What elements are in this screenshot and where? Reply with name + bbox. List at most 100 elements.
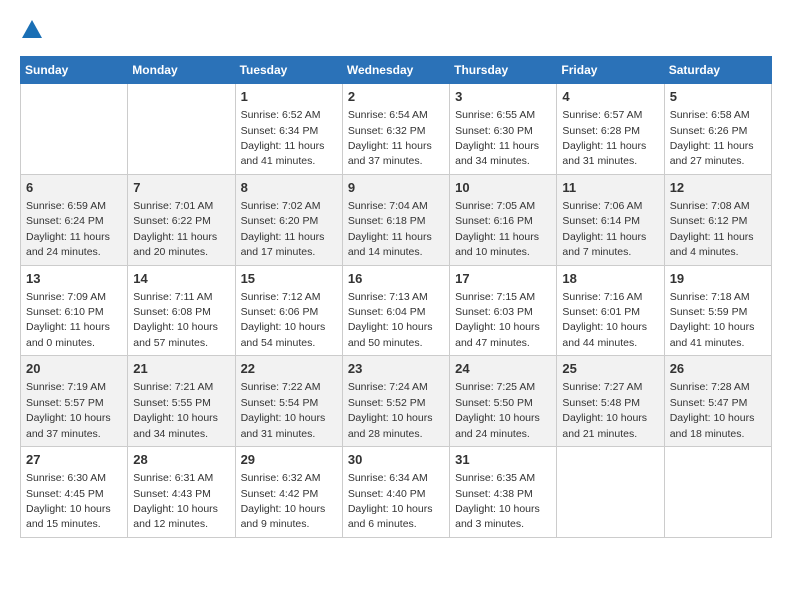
- calendar-day-cell: 3 Sunrise: 6:55 AM Sunset: 6:30 PM Daylig…: [450, 84, 557, 175]
- day-number: 16: [348, 270, 444, 288]
- day-info: Sunrise: 6:32 AM Sunset: 4:42 PM Dayligh…: [241, 472, 326, 530]
- day-info: Sunrise: 7:02 AM Sunset: 6:20 PM Dayligh…: [241, 200, 325, 258]
- calendar-day-cell: 4 Sunrise: 6:57 AM Sunset: 6:28 PM Daylig…: [557, 84, 664, 175]
- day-info: Sunrise: 7:28 AM Sunset: 5:47 PM Dayligh…: [670, 381, 755, 439]
- day-info: Sunrise: 7:19 AM Sunset: 5:57 PM Dayligh…: [26, 381, 111, 439]
- day-number: 19: [670, 270, 766, 288]
- calendar-day-cell: 9 Sunrise: 7:04 AM Sunset: 6:18 PM Daylig…: [342, 174, 449, 265]
- day-number: 5: [670, 88, 766, 106]
- day-info: Sunrise: 7:04 AM Sunset: 6:18 PM Dayligh…: [348, 200, 432, 258]
- day-number: 22: [241, 360, 337, 378]
- day-info: Sunrise: 6:52 AM Sunset: 6:34 PM Dayligh…: [241, 109, 325, 167]
- day-number: 21: [133, 360, 229, 378]
- calendar-day-cell: 29 Sunrise: 6:32 AM Sunset: 4:42 PM Dayli…: [235, 447, 342, 538]
- weekday-header-sunday: Sunday: [21, 57, 128, 84]
- calendar-day-cell: 28 Sunrise: 6:31 AM Sunset: 4:43 PM Dayli…: [128, 447, 235, 538]
- day-info: Sunrise: 7:21 AM Sunset: 5:55 PM Dayligh…: [133, 381, 218, 439]
- calendar-day-cell: 25 Sunrise: 7:27 AM Sunset: 5:48 PM Dayli…: [557, 356, 664, 447]
- day-info: Sunrise: 7:08 AM Sunset: 6:12 PM Dayligh…: [670, 200, 754, 258]
- calendar-day-cell: 15Sunrise: 7:12 AM Sunset: 6:06 PM Dayli…: [235, 265, 342, 356]
- day-number: 13: [26, 270, 122, 288]
- day-number: 28: [133, 451, 229, 469]
- day-info: Sunrise: 7:25 AM Sunset: 5:50 PM Dayligh…: [455, 381, 540, 439]
- logo: [20, 20, 42, 40]
- day-number: 7: [133, 179, 229, 197]
- calendar-day-cell: 8 Sunrise: 7:02 AM Sunset: 6:20 PM Daylig…: [235, 174, 342, 265]
- day-number: 18: [562, 270, 658, 288]
- calendar-day-cell: 12 Sunrise: 7:08 AM Sunset: 6:12 PM Dayli…: [664, 174, 771, 265]
- calendar-day-cell: 7Sunrise: 7:01 AM Sunset: 6:22 PM Daylig…: [128, 174, 235, 265]
- calendar-day-cell: 2 Sunrise: 6:54 AM Sunset: 6:32 PM Daylig…: [342, 84, 449, 175]
- calendar-day-cell: 27 Sunrise: 6:30 AM Sunset: 4:45 PM Dayli…: [21, 447, 128, 538]
- calendar-day-cell: 17Sunrise: 7:15 AM Sunset: 6:03 PM Dayli…: [450, 265, 557, 356]
- day-number: 10: [455, 179, 551, 197]
- calendar-empty-cell: [21, 84, 128, 175]
- weekday-header-wednesday: Wednesday: [342, 57, 449, 84]
- day-number: 29: [241, 451, 337, 469]
- day-info: Sunrise: 6:31 AM Sunset: 4:43 PM Dayligh…: [133, 472, 218, 530]
- day-number: 23: [348, 360, 444, 378]
- calendar-day-cell: 5 Sunrise: 6:58 AM Sunset: 6:26 PM Daylig…: [664, 84, 771, 175]
- page-header: [20, 20, 772, 40]
- day-info: Sunrise: 7:11 AM Sunset: 6:08 PM Dayligh…: [133, 291, 218, 349]
- day-info: Sunrise: 7:18 AM Sunset: 5:59 PM Dayligh…: [670, 291, 755, 349]
- day-info: Sunrise: 6:55 AM Sunset: 6:30 PM Dayligh…: [455, 109, 539, 167]
- day-number: 1: [241, 88, 337, 106]
- weekday-header-friday: Friday: [557, 57, 664, 84]
- day-info: Sunrise: 7:09 AM Sunset: 6:10 PM Dayligh…: [26, 291, 110, 349]
- calendar-week-row: 1 Sunrise: 6:52 AM Sunset: 6:34 PM Daylig…: [21, 84, 772, 175]
- calendar-day-cell: 14 Sunrise: 7:11 AM Sunset: 6:08 PM Dayli…: [128, 265, 235, 356]
- calendar-empty-cell: [128, 84, 235, 175]
- day-info: Sunrise: 7:22 AM Sunset: 5:54 PM Dayligh…: [241, 381, 326, 439]
- calendar-day-cell: 1 Sunrise: 6:52 AM Sunset: 6:34 PM Daylig…: [235, 84, 342, 175]
- calendar-day-cell: 31Sunrise: 6:35 AM Sunset: 4:38 PM Dayli…: [450, 447, 557, 538]
- calendar-day-cell: 19 Sunrise: 7:18 AM Sunset: 5:59 PM Dayli…: [664, 265, 771, 356]
- calendar-week-row: 13 Sunrise: 7:09 AM Sunset: 6:10 PM Dayli…: [21, 265, 772, 356]
- day-number: 27: [26, 451, 122, 469]
- day-number: 8: [241, 179, 337, 197]
- day-info: Sunrise: 7:27 AM Sunset: 5:48 PM Dayligh…: [562, 381, 647, 439]
- day-number: 4: [562, 88, 658, 106]
- day-info: Sunrise: 6:59 AM Sunset: 6:24 PM Dayligh…: [26, 200, 110, 258]
- calendar-empty-cell: [664, 447, 771, 538]
- calendar-day-cell: 26 Sunrise: 7:28 AM Sunset: 5:47 PM Dayli…: [664, 356, 771, 447]
- day-info: Sunrise: 6:34 AM Sunset: 4:40 PM Dayligh…: [348, 472, 433, 530]
- calendar-day-cell: 20 Sunrise: 7:19 AM Sunset: 5:57 PM Dayli…: [21, 356, 128, 447]
- weekday-header-monday: Monday: [128, 57, 235, 84]
- day-number: 12: [670, 179, 766, 197]
- logo-triangle-icon: [22, 20, 42, 38]
- day-info: Sunrise: 7:05 AM Sunset: 6:16 PM Dayligh…: [455, 200, 539, 258]
- calendar-empty-cell: [557, 447, 664, 538]
- calendar-day-cell: 16 Sunrise: 7:13 AM Sunset: 6:04 PM Dayli…: [342, 265, 449, 356]
- day-info: Sunrise: 6:57 AM Sunset: 6:28 PM Dayligh…: [562, 109, 646, 167]
- day-info: Sunrise: 6:58 AM Sunset: 6:26 PM Dayligh…: [670, 109, 754, 167]
- calendar-week-row: 27 Sunrise: 6:30 AM Sunset: 4:45 PM Dayli…: [21, 447, 772, 538]
- day-number: 6: [26, 179, 122, 197]
- day-info: Sunrise: 7:06 AM Sunset: 6:14 PM Dayligh…: [562, 200, 646, 258]
- day-info: Sunrise: 7:12 AM Sunset: 6:06 PM Dayligh…: [241, 291, 326, 349]
- weekday-header-tuesday: Tuesday: [235, 57, 342, 84]
- day-number: 26: [670, 360, 766, 378]
- weekday-header-saturday: Saturday: [664, 57, 771, 84]
- day-info: Sunrise: 6:54 AM Sunset: 6:32 PM Dayligh…: [348, 109, 432, 167]
- calendar-day-cell: 11 Sunrise: 7:06 AM Sunset: 6:14 PM Dayli…: [557, 174, 664, 265]
- day-number: 14: [133, 270, 229, 288]
- day-number: 3: [455, 88, 551, 106]
- day-number: 20: [26, 360, 122, 378]
- calendar-day-cell: 10 Sunrise: 7:05 AM Sunset: 6:16 PM Dayli…: [450, 174, 557, 265]
- day-number: 24: [455, 360, 551, 378]
- day-number: 11: [562, 179, 658, 197]
- day-number: 9: [348, 179, 444, 197]
- day-info: Sunrise: 6:30 AM Sunset: 4:45 PM Dayligh…: [26, 472, 111, 530]
- calendar-week-row: 20 Sunrise: 7:19 AM Sunset: 5:57 PM Dayli…: [21, 356, 772, 447]
- calendar-day-cell: 21 Sunrise: 7:21 AM Sunset: 5:55 PM Dayli…: [128, 356, 235, 447]
- calendar-day-cell: 30Sunrise: 6:34 AM Sunset: 4:40 PM Dayli…: [342, 447, 449, 538]
- day-number: 25: [562, 360, 658, 378]
- day-info: Sunrise: 7:13 AM Sunset: 6:04 PM Dayligh…: [348, 291, 433, 349]
- day-info: Sunrise: 6:35 AM Sunset: 4:38 PM Dayligh…: [455, 472, 540, 530]
- calendar-day-cell: 22 Sunrise: 7:22 AM Sunset: 5:54 PM Dayli…: [235, 356, 342, 447]
- day-number: 2: [348, 88, 444, 106]
- day-info: Sunrise: 7:16 AM Sunset: 6:01 PM Dayligh…: [562, 291, 647, 349]
- calendar-header-row: SundayMondayTuesdayWednesdayThursdayFrid…: [21, 57, 772, 84]
- day-number: 17: [455, 270, 551, 288]
